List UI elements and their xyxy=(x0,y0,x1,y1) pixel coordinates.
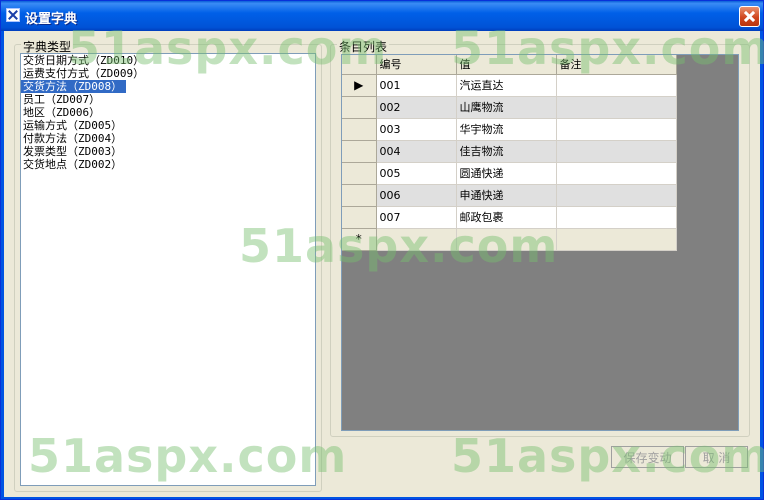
cell-remark[interactable] xyxy=(556,184,677,207)
table-row[interactable]: 007 邮政包裹 xyxy=(342,206,677,229)
cell-value[interactable]: 佳吉物流 xyxy=(456,140,557,163)
cell-code[interactable]: 001 xyxy=(376,74,457,97)
cell-remark[interactable] xyxy=(556,140,677,163)
column-header-code[interactable]: 编号 xyxy=(376,55,457,75)
cell-remark[interactable] xyxy=(556,74,677,97)
list-item[interactable]: 交货地点（ZD002） xyxy=(21,158,315,171)
table-row[interactable]: 006 申通快递 xyxy=(342,184,677,207)
list-item[interactable]: 发票类型（ZD003） xyxy=(21,145,315,158)
cell-value[interactable]: 华宇物流 xyxy=(456,118,557,141)
dict-type-listbox[interactable]: 交货日期方式（ZD010） 运费支付方式（ZD009） 交货方法（ZD008） … xyxy=(20,53,316,486)
cell-remark[interactable] xyxy=(556,96,677,119)
dialog-window: 设置字典 字典类型 交货日期方式（ZD010） 运费支付方式（ZD009） 交货… xyxy=(0,0,764,500)
cell-code[interactable]: 006 xyxy=(376,184,457,207)
row-header[interactable] xyxy=(342,206,377,229)
cell-value[interactable]: 申通快递 xyxy=(456,184,557,207)
row-header[interactable] xyxy=(342,140,377,163)
cell-value[interactable]: 汽运直达 xyxy=(456,74,557,97)
table-row[interactable]: 005 圆通快递 xyxy=(342,162,677,185)
row-header-corner[interactable] xyxy=(342,55,377,75)
item-list-group: 条目列表 编号 值 备注 ▶ 001 汽运直达 002 山鹰物流 003 华宇物… xyxy=(330,38,750,437)
cancel-button[interactable]: 取 消 xyxy=(685,446,748,468)
cell-code[interactable]: 005 xyxy=(376,162,457,185)
current-row-icon[interactable]: ▶ xyxy=(342,74,377,97)
close-button[interactable] xyxy=(739,6,760,27)
cell-remark[interactable] xyxy=(556,228,677,251)
row-header[interactable] xyxy=(342,184,377,207)
column-header-remark[interactable]: 备注 xyxy=(556,55,677,75)
cell-value[interactable] xyxy=(456,228,557,251)
cell-code[interactable] xyxy=(376,228,457,251)
cell-value[interactable]: 山鹰物流 xyxy=(456,96,557,119)
cell-code[interactable]: 007 xyxy=(376,206,457,229)
list-item[interactable]: 交货日期方式（ZD010） xyxy=(21,54,315,67)
row-header[interactable] xyxy=(342,162,377,185)
title-bar[interactable]: 设置字典 xyxy=(1,1,763,31)
cell-code[interactable]: 003 xyxy=(376,118,457,141)
table-row[interactable]: 003 华宇物流 xyxy=(342,118,677,141)
list-item[interactable]: 员工（ZD007） xyxy=(21,93,315,106)
cell-value[interactable]: 邮政包裹 xyxy=(456,206,557,229)
item-list-group-title: 条目列表 xyxy=(337,38,390,55)
table-row[interactable]: 002 山鹰物流 xyxy=(342,96,677,119)
row-header[interactable] xyxy=(342,118,377,141)
table-row[interactable]: ▶ 001 汽运直达 xyxy=(342,74,677,97)
items-table: 编号 值 备注 ▶ 001 汽运直达 002 山鹰物流 003 华宇物流 004… xyxy=(342,55,677,251)
list-item[interactable]: 运费支付方式（ZD009） xyxy=(21,67,315,80)
cell-code[interactable]: 002 xyxy=(376,96,457,119)
list-item[interactable]: 付款方法（ZD004） xyxy=(21,132,315,145)
list-item[interactable]: 运输方式（ZD005） xyxy=(21,119,315,132)
cell-remark[interactable] xyxy=(556,118,677,141)
window-title: 设置字典 xyxy=(25,12,78,27)
cell-value[interactable]: 圆通快递 xyxy=(456,162,557,185)
client-area: 字典类型 交货日期方式（ZD010） 运费支付方式（ZD009） 交货方法（ZD… xyxy=(4,21,764,497)
cell-remark[interactable] xyxy=(556,162,677,185)
save-changes-button[interactable]: 保存变动 xyxy=(611,446,684,468)
table-row[interactable]: 004 佳吉物流 xyxy=(342,140,677,163)
new-row-icon[interactable]: * xyxy=(342,228,377,251)
cell-remark[interactable] xyxy=(556,206,677,229)
new-row[interactable]: * xyxy=(342,228,677,251)
list-item[interactable]: 地区（ZD006） xyxy=(21,106,315,119)
app-icon xyxy=(6,8,20,22)
column-header-value[interactable]: 值 xyxy=(456,55,557,75)
cell-code[interactable]: 004 xyxy=(376,140,457,163)
items-datagrid[interactable]: 编号 值 备注 ▶ 001 汽运直达 002 山鹰物流 003 华宇物流 004… xyxy=(341,54,739,431)
list-item-selected[interactable]: 交货方法（ZD008） xyxy=(21,80,127,93)
row-header[interactable] xyxy=(342,96,377,119)
table-header-row: 编号 值 备注 xyxy=(342,55,677,75)
dict-type-group: 字典类型 交货日期方式（ZD010） 运费支付方式（ZD009） 交货方法（ZD… xyxy=(14,38,322,492)
